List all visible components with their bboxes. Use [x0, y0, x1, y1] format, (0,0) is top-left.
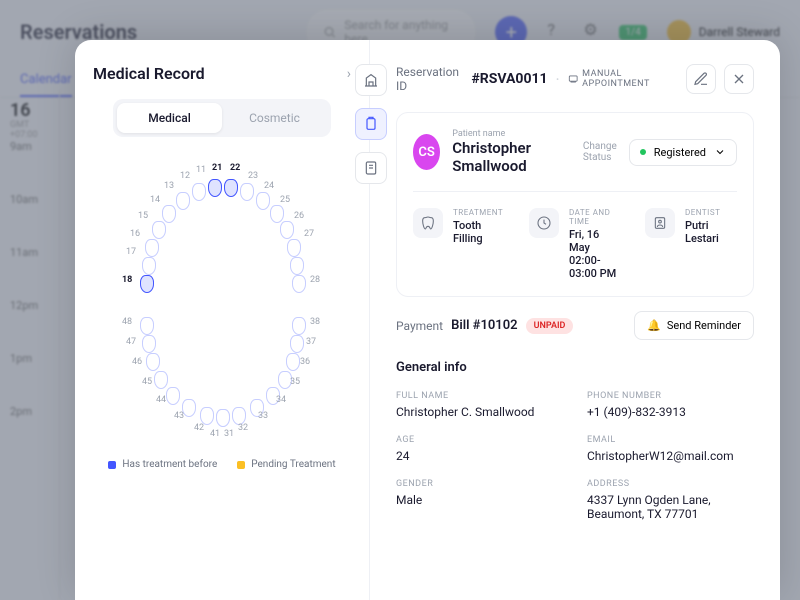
- close-button[interactable]: [724, 64, 754, 94]
- age: 24: [396, 449, 563, 463]
- clock-icon: [529, 208, 559, 238]
- general-info-title: General info: [396, 360, 754, 375]
- patient-avatar: CS: [413, 134, 440, 170]
- payment-status-badge: UNPAID: [526, 318, 574, 334]
- general-info-grid: FULL NAMEChristopher C. Smallwood PHONE …: [396, 391, 754, 521]
- full-name: Christopher C. Smallwood: [396, 405, 563, 419]
- bill-number: Bill #10102: [451, 318, 518, 333]
- note-icon[interactable]: [355, 152, 387, 184]
- status-select[interactable]: Registered: [629, 139, 737, 166]
- record-type-segment: Medical Cosmetic: [113, 99, 331, 137]
- send-reminder-button[interactable]: 🔔Send Reminder: [634, 311, 754, 340]
- edit-button[interactable]: [686, 64, 716, 94]
- patient-name: Christopher Smallwood: [452, 139, 571, 175]
- bank-icon[interactable]: [355, 64, 387, 96]
- clipboard-icon[interactable]: [355, 108, 387, 140]
- medical-record-title: Medical Record: [93, 64, 205, 83]
- reservation-id: #RSVA0011: [471, 71, 547, 87]
- address: 4337 Lynn Ogden Lane, Beaumont, TX 77701: [587, 493, 754, 521]
- reservation-details: Reservation ID #RSVA0011 · MANUAL APPOIN…: [370, 40, 780, 600]
- gender: Male: [396, 493, 563, 507]
- tab-medical[interactable]: Medical: [117, 103, 222, 133]
- chart-legend: Has treatment before Pending Treatment: [93, 459, 351, 470]
- phone: +1 (409)-832-3913: [587, 405, 754, 419]
- patient-card: CS Patient name Christopher Smallwood Ch…: [396, 112, 754, 297]
- email: ChristopherW12@mail.com: [587, 449, 754, 463]
- medical-record-panel: Medical Record › Medical Cosmetic: [75, 40, 370, 600]
- reservation-id-label: Reservation ID: [396, 65, 463, 93]
- reservation-modal: Medical Record › Medical Cosmetic: [75, 40, 780, 600]
- dentist-icon: [645, 208, 675, 238]
- manual-badge: MANUAL APPOINTMENT: [568, 69, 678, 89]
- tab-cosmetic[interactable]: Cosmetic: [222, 103, 327, 133]
- tooth-icon: [413, 208, 443, 238]
- teeth-chart[interactable]: 2122 1112 1314 1516 1718 2324 2526 2728 …: [112, 157, 332, 447]
- chevron-right-icon[interactable]: ›: [347, 66, 351, 82]
